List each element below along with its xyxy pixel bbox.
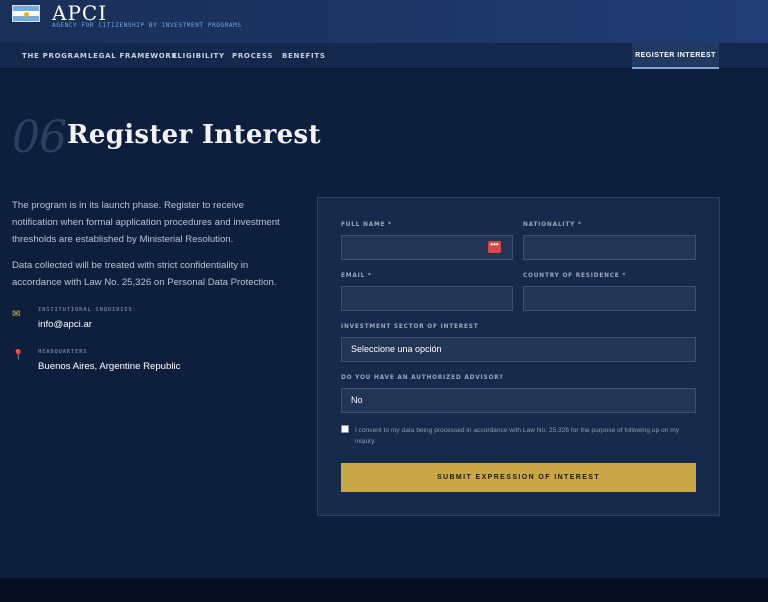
page-title: Register Interest xyxy=(67,120,321,150)
full-name-label: FULL NAME * xyxy=(341,222,392,228)
headquarters-value: Buenos Aires, Argentine Republic xyxy=(38,361,181,372)
envelope-icon: ✉ xyxy=(12,309,21,320)
nationality-label: NATIONALITY * xyxy=(523,222,582,228)
nav-register-interest[interactable]: REGISTER INTEREST xyxy=(632,43,719,69)
headquarters-label: HEADQUARTERS xyxy=(38,349,88,355)
nav-item-eligibility[interactable]: ELIGIBILITY xyxy=(172,43,225,69)
country-input[interactable] xyxy=(523,286,696,311)
section-number: 06 xyxy=(12,112,67,163)
nav-item-legal-framework[interactable]: LEGAL FRAMEWORK xyxy=(88,43,178,69)
consent-checkbox[interactable] xyxy=(341,425,349,433)
email-label: EMAIL * xyxy=(341,273,372,279)
consent-text: I consent to my data being processed in … xyxy=(355,427,680,445)
privacy-paragraph: Data collected will be treated with stri… xyxy=(12,260,277,288)
nationality-input[interactable] xyxy=(523,235,696,260)
advisor-label: DO YOU HAVE AN AUTHORIZED ADVISOR? xyxy=(341,375,504,381)
inquiries-label: INSTITUTIONAL INQUIRIES xyxy=(38,307,133,313)
top-header: APCI AGENCY FOR CITIZENSHIP BY INVESTMEN… xyxy=(0,0,768,43)
advisor-select[interactable]: No xyxy=(341,388,696,413)
footer xyxy=(0,578,768,602)
inquiries-email-link[interactable]: info@apci.ar xyxy=(38,319,92,330)
nav-item-process[interactable]: PROCESS xyxy=(232,43,273,69)
argentina-flag-icon xyxy=(12,5,40,22)
sun-icon xyxy=(24,12,29,17)
country-label: COUNTRY OF RESIDENCE * xyxy=(523,273,627,279)
nav-item-the-program[interactable]: THE PROGRAM xyxy=(22,43,88,69)
nav-item-benefits[interactable]: BENEFITS xyxy=(282,43,326,69)
main-nav: THE PROGRAM LEGAL FRAMEWORK ELIGIBILITY … xyxy=(0,43,768,69)
email-input[interactable] xyxy=(341,286,513,311)
password-manager-icon[interactable]: ••• xyxy=(488,241,501,253)
sector-select[interactable]: Seleccione una opción xyxy=(341,337,696,362)
pushpin-icon: 📍 xyxy=(12,350,25,361)
submit-button[interactable]: SUBMIT EXPRESSION OF INTEREST xyxy=(341,463,696,492)
intro-paragraph: The program is in its launch phase. Regi… xyxy=(12,200,280,245)
brand-tagline: AGENCY FOR CITIZENSHIP BY INVESTMENT PRO… xyxy=(52,22,242,29)
sector-label: INVESTMENT SECTOR OF INTEREST xyxy=(341,324,479,330)
